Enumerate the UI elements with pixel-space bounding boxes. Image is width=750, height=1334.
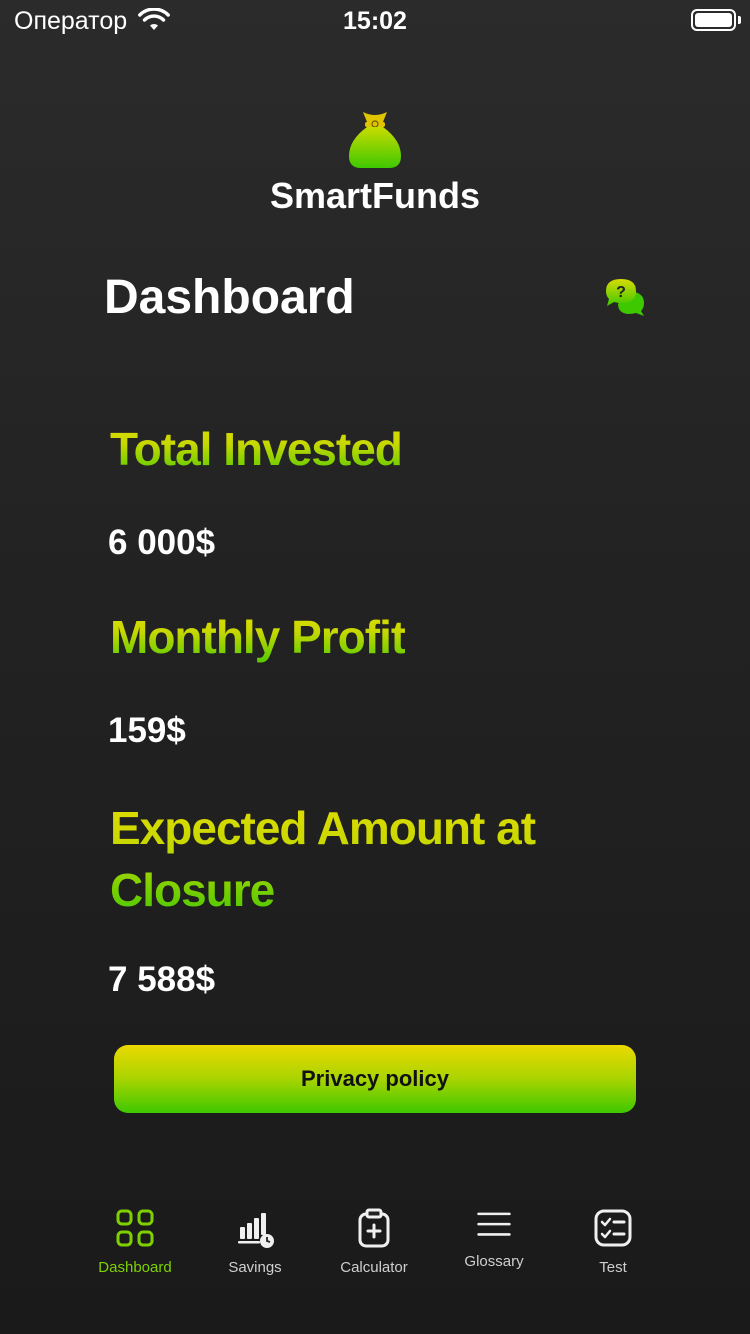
tab-dashboard[interactable]: Dashboard	[75, 1195, 195, 1285]
checklist-icon	[594, 1209, 632, 1247]
app-name: SmartFunds	[269, 175, 481, 216]
monthly-profit-value: 159$	[108, 711, 186, 750]
help-chat-icon[interactable]: ?	[604, 277, 646, 317]
monthly-profit-label: Monthly Profit	[110, 608, 406, 668]
tab-savings[interactable]: Savings	[195, 1195, 315, 1285]
battery-icon	[691, 9, 736, 31]
privacy-policy-button[interactable]: Privacy policy	[114, 1045, 636, 1113]
page-title: Dashboard	[104, 271, 355, 324]
expected-amount-value: 7 588$	[108, 960, 216, 999]
grid-icon	[116, 1209, 154, 1247]
tab-label-dashboard: Dashboard	[98, 1259, 172, 1276]
money-bag-icon	[349, 112, 401, 168]
battery-tip	[738, 16, 741, 24]
expected-amount-label: Expected Amount at Closure	[110, 797, 630, 921]
tab-calculator[interactable]: Calculator	[314, 1195, 434, 1285]
dashboard-screen: Оператор 15:02 SmartFunds Dashboard ? To…	[0, 0, 750, 1334]
clipboard-plus-icon	[358, 1208, 390, 1248]
tab-label-test: Test	[599, 1259, 627, 1276]
tab-label-glossary: Glossary	[464, 1253, 524, 1270]
menu-lines-icon	[477, 1212, 511, 1236]
status-bar: Оператор 15:02	[0, 0, 750, 40]
tab-test[interactable]: Test	[553, 1195, 673, 1285]
tab-bar: Dashboard Savings Calculator Glossary Te…	[0, 1195, 750, 1295]
tab-label-savings: Savings	[228, 1259, 282, 1276]
tab-label-calculator: Calculator	[340, 1259, 408, 1276]
total-invested-label: Total Invested	[110, 420, 403, 480]
svg-text:?: ?	[616, 284, 626, 301]
bar-chart-icon	[238, 1213, 274, 1248]
total-invested-value: 6 000$	[108, 523, 216, 562]
tab-glossary[interactable]: Glossary	[434, 1195, 554, 1285]
status-time: 15:02	[343, 7, 407, 35]
